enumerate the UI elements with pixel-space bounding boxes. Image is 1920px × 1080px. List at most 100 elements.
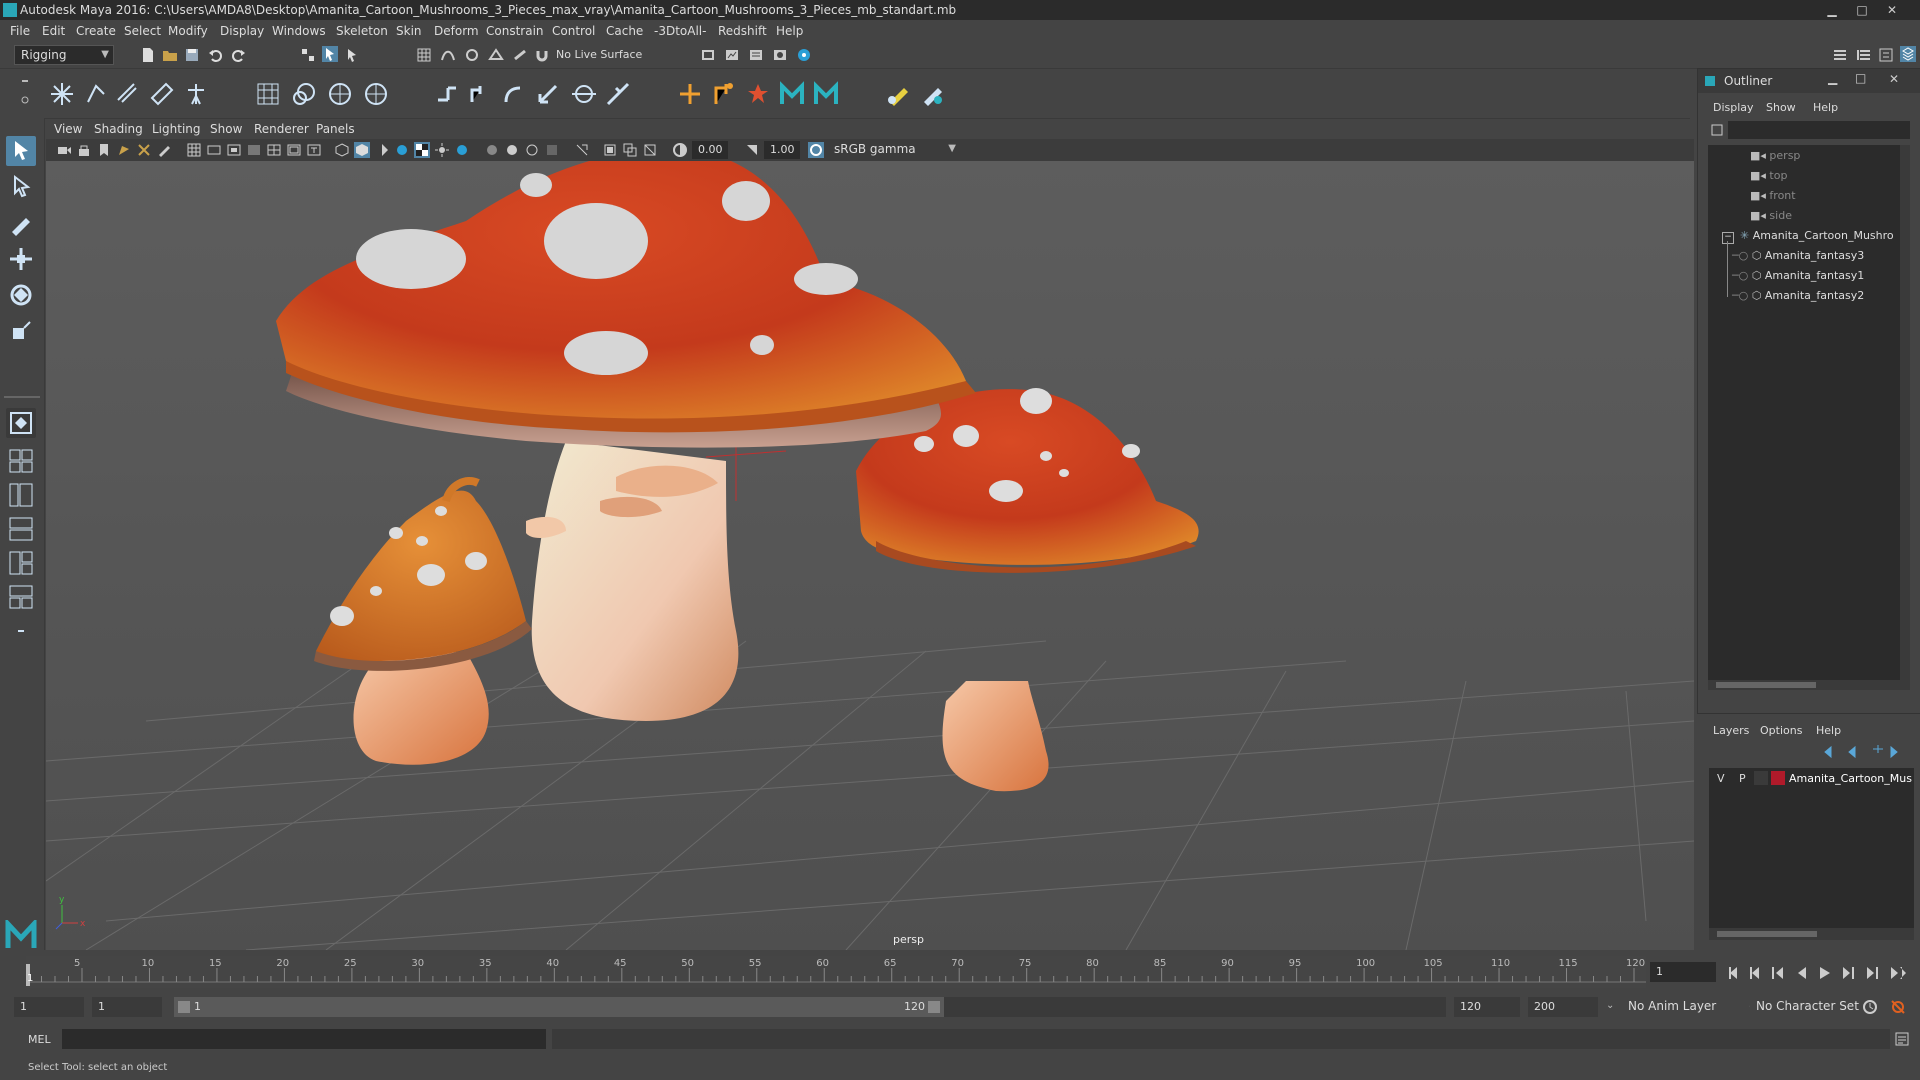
persp-outliner-layout-icon[interactable] [6, 480, 36, 510]
range-slider-end-handle[interactable] [928, 1001, 940, 1013]
outliner-search-input[interactable] [1728, 121, 1910, 139]
safe-action-icon[interactable] [286, 142, 302, 158]
redo-icon[interactable] [230, 47, 246, 63]
ipr-render-icon[interactable] [724, 47, 740, 63]
shelf-tabs-icon[interactable] [20, 78, 30, 110]
humanik-icon[interactable] [182, 80, 210, 108]
screen-space-ao-icon[interactable] [484, 142, 500, 158]
persp-graph-layout-icon[interactable] [6, 514, 36, 544]
menu-constrain[interactable]: Constrain [486, 24, 544, 38]
tool-settings-icon[interactable] [1878, 47, 1894, 63]
paint-select-tool-icon[interactable] [6, 208, 36, 238]
layer-type-toggle[interactable] [1754, 771, 1768, 785]
resolution-gate-icon[interactable] [226, 142, 242, 158]
camera-select-icon[interactable] [56, 142, 72, 158]
outliner-item-fantasy3[interactable]: ─○ ⬡ Amanita_fantasy3 [1732, 249, 1864, 262]
range-slider-start-handle[interactable] [178, 1001, 190, 1013]
wireframe-on-shaded-icon[interactable] [394, 142, 410, 158]
lattice-icon[interactable] [254, 80, 282, 108]
playback-end-field[interactable]: 120 [1454, 997, 1520, 1017]
layer-color-swatch[interactable] [1771, 771, 1785, 785]
set-driven-key-icon[interactable] [710, 80, 738, 108]
gamma-icon[interactable] [744, 142, 760, 158]
hypershade-icon[interactable] [772, 47, 788, 63]
hypershade-layout-icon[interactable] [6, 548, 36, 578]
select-tool-icon[interactable] [6, 136, 36, 166]
safe-title-icon[interactable] [306, 142, 322, 158]
snap-point-icon[interactable] [464, 47, 480, 63]
menu-skeleton[interactable]: Skeleton [336, 24, 388, 38]
outliner-item-persp[interactable]: ■◂ persp [1750, 149, 1800, 162]
snap-curve-icon[interactable] [440, 47, 456, 63]
menu-edit[interactable]: Edit [42, 24, 65, 38]
exposure-icon[interactable] [672, 142, 688, 158]
isolate-select-icon[interactable] [574, 142, 590, 158]
outliner-filter-icon[interactable] [1710, 123, 1724, 137]
menu-help[interactable]: Help [776, 24, 803, 38]
animation-end-field[interactable]: 200 [1528, 997, 1598, 1017]
menu-skin[interactable]: Skin [396, 24, 422, 38]
go-to-end-icon[interactable] [1891, 967, 1906, 979]
outliner-item-top[interactable]: ■◂ top [1750, 169, 1787, 182]
snap-view-plane-icon[interactable] [488, 47, 504, 63]
menu-windows[interactable]: Windows [272, 24, 326, 38]
gamma-field[interactable]: 1.00 [764, 141, 800, 159]
twod-pan-zoom-icon[interactable] [136, 142, 152, 158]
menu-deform[interactable]: Deform [434, 24, 479, 38]
mirror-weights-icon[interactable] [918, 80, 946, 108]
menu-file[interactable]: File [10, 24, 30, 38]
outliner-menu-help[interactable]: Help [1813, 101, 1838, 114]
wrap-deformer-icon[interactable] [326, 80, 354, 108]
point-constraint-icon[interactable] [466, 80, 494, 108]
ik-handle-icon[interactable] [82, 80, 110, 108]
panel-menu-shading[interactable]: Shading [94, 122, 143, 136]
range-slider[interactable]: 1 120 [174, 997, 944, 1017]
outliner-menu-show[interactable]: Show [1766, 101, 1796, 114]
panel-menu-renderer[interactable]: Renderer [254, 122, 309, 136]
menu-display[interactable]: Display [220, 24, 264, 38]
outliner-item-fantasy2[interactable]: ─○ ⬡ Amanita_fantasy2 [1732, 289, 1864, 302]
outliner-menu-display[interactable]: Display [1713, 101, 1754, 114]
depth-of-field-icon[interactable] [544, 142, 560, 158]
xray-active-components-icon[interactable] [622, 142, 638, 158]
outliner-close-button[interactable]: ✕ [1889, 72, 1899, 86]
auto-key-icon[interactable] [1862, 999, 1878, 1015]
render-frame-icon[interactable] [700, 47, 716, 63]
anim-layer-dropdown[interactable]: No Anim Layer ⌄ [1622, 997, 1756, 1017]
layer-name[interactable]: Amanita_Cartoon_Mus [1789, 772, 1912, 785]
field-chart-icon[interactable] [266, 142, 282, 158]
textured-icon[interactable] [414, 142, 430, 158]
outliner-minimize-button[interactable]: ▁ [1828, 71, 1837, 85]
layers-menu-layers[interactable]: Layers [1713, 724, 1749, 737]
step-back-key-icon[interactable] [1772, 967, 1783, 979]
mushroom-left[interactable] [314, 477, 532, 765]
chevron-down-icon[interactable]: ⌄ [1606, 1000, 1614, 1011]
live-surface-label[interactable]: No Live Surface [556, 48, 642, 61]
rotate-tool-icon[interactable] [6, 280, 36, 310]
snap-live-icon[interactable] [512, 47, 528, 63]
outliner-item-side[interactable]: ■◂ side [1750, 209, 1792, 222]
shadows-icon[interactable] [454, 142, 470, 158]
layers-menu-help[interactable]: Help [1816, 724, 1841, 737]
play-forwards-icon[interactable] [1820, 967, 1830, 979]
sculpt-deformer-icon[interactable] [362, 80, 390, 108]
character-set-icon[interactable] [744, 80, 772, 108]
render-globe-icon[interactable] [796, 47, 812, 63]
menu-create[interactable]: Create [76, 24, 116, 38]
step-forward-key-icon[interactable] [1843, 967, 1854, 979]
time-slider[interactable]: 1 5 10 15 20 25 30 35 40 45 50 55 60 65 70 75 80 85 90 95 1… [0, 952, 1920, 992]
create-joint-icon[interactable] [48, 80, 76, 108]
menu-3dtoall[interactable]: -3DtoAll- [654, 24, 706, 38]
outliner-item-front[interactable]: ■◂ front [1750, 189, 1796, 202]
current-frame-field[interactable]: 1 [1650, 962, 1716, 982]
outliner-horizontal-scrollbar[interactable] [1708, 680, 1900, 690]
use-default-material-icon[interactable] [374, 142, 390, 158]
script-editor-icon[interactable] [1894, 1031, 1910, 1047]
select-component-icon[interactable] [344, 47, 360, 63]
snap-grid-icon[interactable] [416, 47, 432, 63]
skin-bind-icon[interactable] [148, 80, 176, 108]
move-tool-icon[interactable] [6, 244, 36, 274]
magnet-icon[interactable] [534, 47, 550, 63]
mushroom-center-cap[interactable] [276, 161, 976, 448]
playback-start-field[interactable]: 1 [92, 997, 162, 1017]
